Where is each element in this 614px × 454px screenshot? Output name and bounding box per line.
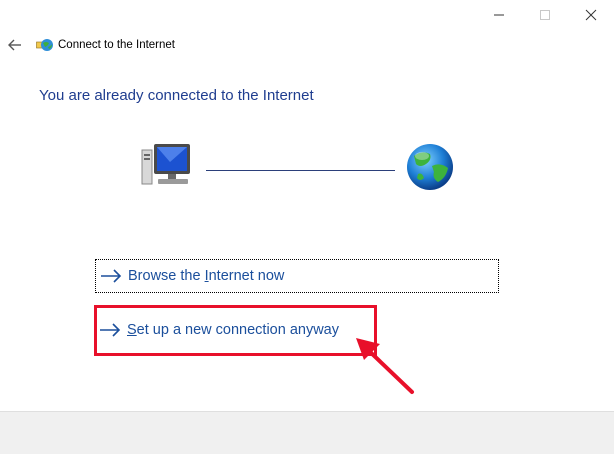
footer-bar [0,411,614,454]
close-icon [585,9,597,21]
right-arrow-icon [101,269,122,283]
window-title: Connect to the Internet [58,39,175,51]
title-row: Connect to the Internet [0,33,400,57]
close-button[interactable] [568,0,614,30]
computer-monitor-icon [141,144,190,185]
maximize-icon [540,10,550,20]
connection-line [206,170,395,171]
browse-internet-label: Browse the Internet now [128,268,285,284]
globe-icon [407,144,453,190]
minimize-icon [494,14,504,16]
page-heading: You are already connected to the Interne… [39,87,314,104]
back-button[interactable] [5,35,25,55]
browse-internet-link[interactable]: Browse the Internet now [95,259,499,293]
network-globe-icon [36,39,53,51]
minimize-button[interactable] [476,0,522,30]
maximize-button[interactable] [522,0,568,30]
back-arrow-icon [8,39,21,51]
red-pointer-arrow [356,338,414,394]
annotation-highlight-box [94,305,377,356]
window-controls [476,0,614,30]
